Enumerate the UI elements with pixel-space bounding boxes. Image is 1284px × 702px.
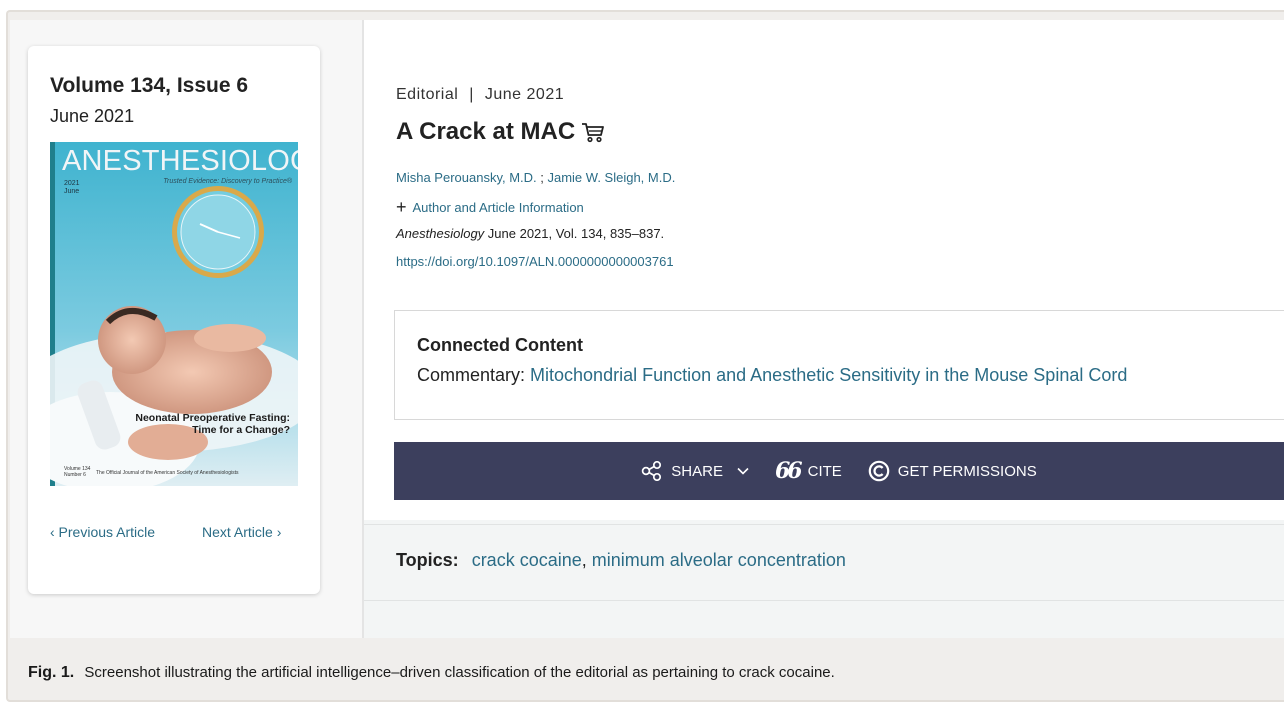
author-list: Misha Perouansky, M.D. ; Jamie W. Sleigh… (396, 170, 675, 185)
share-button[interactable]: SHARE (641, 461, 749, 481)
article-toolbar: SHARE 66 CITE GET PERMISSIONS (394, 442, 1284, 500)
cover-year: 2021 June (64, 180, 80, 196)
issue-date: June 2021 (50, 106, 135, 126)
cover-month: June (64, 188, 80, 195)
copyright-icon (868, 460, 890, 482)
author-info-toggle[interactable]: + Author and Article Information (396, 198, 584, 216)
cover-headline-line2: Time for a Change? (192, 424, 290, 436)
topics-top-rule (364, 524, 1284, 525)
topics-list: Topics: crack cocaine, minimum alveolar … (396, 550, 846, 571)
cover-subtitle: Trusted Evidence: Discovery to Practice® (163, 178, 292, 185)
cover-year-value: 2021 (64, 180, 80, 187)
meta-separator: | (469, 86, 474, 103)
author-link-2[interactable]: Jamie W. Sleigh, M.D. (547, 170, 675, 185)
caption-label: Fig. 1. (28, 664, 75, 681)
permissions-label: GET PERMISSIONS (897, 462, 1037, 480)
author-separator: ; (536, 170, 548, 185)
article-title: A Crack at MAC (396, 118, 605, 146)
article-title-text: A Crack at MAC (396, 118, 576, 145)
quote-icon: 66 (774, 458, 803, 484)
citation-details: June 2021, Vol. 134, 835–837. (484, 226, 665, 241)
cite-label: CITE (807, 462, 842, 480)
topics-label: Topics: (396, 550, 459, 570)
cite-button[interactable]: 66 CITE (775, 460, 842, 482)
connected-content-heading: Connected Content (417, 335, 583, 355)
connected-content-box: Connected Content Commentary: Mitochondr… (394, 310, 1284, 420)
cover-title: ANESTHESIOLOGY (62, 145, 298, 177)
cover-headline: Neonatal Preoperative Fasting: Time for … (135, 412, 290, 436)
citation-journal: Anesthesiology (396, 226, 485, 241)
cover-volume-number: Volume 134 Number 6 (64, 466, 90, 478)
issue-card: Volume 134, Issue 6 June 2021 ANESTHESIO… (28, 46, 320, 594)
topic-separator: , (581, 550, 592, 570)
topics-section: Topics: crack cocaine, minimum alveolar … (364, 520, 1284, 638)
cover-journal-line: The Official Journal of the American Soc… (96, 470, 239, 476)
left-column: Volume 134, Issue 6 June 2021 ANESTHESIO… (10, 20, 362, 638)
next-article-link[interactable]: Next Article › (202, 524, 281, 540)
previous-article-link[interactable]: ‹ Previous Article (50, 524, 155, 540)
share-icon (642, 461, 662, 481)
author-info-label: Author and Article Information (412, 199, 584, 215)
cover-headline-line1: Neonatal Preoperative Fasting: (135, 412, 290, 424)
topic-link-1[interactable]: crack cocaine (472, 550, 582, 570)
article-type: Editorial (396, 86, 459, 103)
caption-text: Screenshot illustrating the artificial i… (84, 664, 835, 681)
topics-bottom-rule (364, 600, 1284, 601)
plus-icon: + (396, 197, 407, 217)
get-permissions-button[interactable]: GET PERMISSIONS (868, 460, 1037, 482)
article-meta: Editorial | June 2021 (396, 86, 564, 104)
doi-link[interactable]: https://doi.org/10.1097/ALN.000000000000… (396, 254, 674, 269)
issue-volume[interactable]: Volume 134, Issue 6 (50, 74, 248, 98)
commentary-prefix: Commentary: (417, 365, 531, 385)
author-link-1[interactable]: Misha Perouansky, M.D. (396, 170, 537, 185)
cover-number: Number 6 (64, 472, 86, 478)
share-label: SHARE (671, 462, 723, 480)
article-date: June 2021 (484, 86, 565, 103)
journal-cover[interactable]: ANESTHESIOLOGY Trusted Evidence: Discove… (50, 142, 298, 486)
cart-icon[interactable] (581, 120, 605, 144)
topic-link-2[interactable]: minimum alveolar concentration (592, 550, 846, 570)
figure-caption: Fig. 1. Screenshot illustrating the arti… (28, 664, 835, 682)
commentary-link[interactable]: Mitochondrial Function and Anesthetic Se… (530, 365, 1127, 385)
screenshot-area: Volume 134, Issue 6 June 2021 ANESTHESIO… (10, 20, 1284, 638)
citation: Anesthesiology June 2021, Vol. 134, 835–… (396, 226, 664, 241)
connected-content-item: Commentary: Mitochondrial Function and A… (417, 365, 1127, 386)
chevron-down-icon (737, 467, 749, 475)
article-header: Editorial | June 2021 A Crack at MAC Mis… (364, 20, 1284, 520)
